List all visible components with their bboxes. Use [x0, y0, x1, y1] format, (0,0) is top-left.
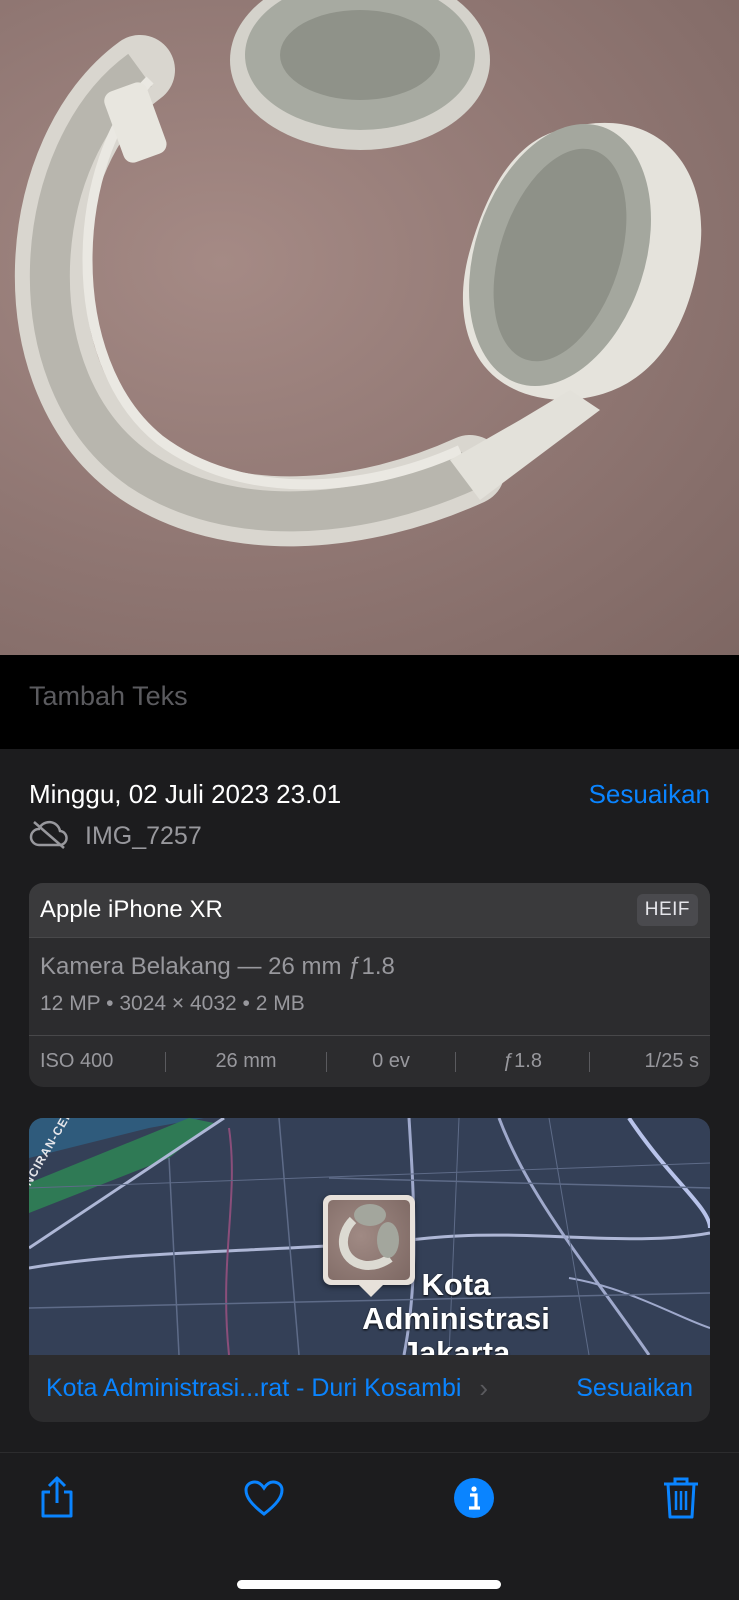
- filename-row: IMG_7257: [29, 819, 202, 854]
- share-icon: [37, 1476, 77, 1525]
- lens-info: Kamera Belakang — 26 mm ƒ1.8: [40, 953, 395, 980]
- exif-aperture: ƒ1.8: [503, 1050, 542, 1072]
- location-link[interactable]: Kota Administrasi...rat - Duri Kosambi ›: [46, 1373, 488, 1404]
- home-indicator[interactable]: [237, 1580, 501, 1589]
- image-specs: 12 MP • 3024 × 4032 • 2 MB: [40, 992, 305, 1015]
- location-map[interactable]: AN-TOL-KUNCIRAN-CENGKARENG Kota Administ…: [29, 1118, 710, 1355]
- location-card: AN-TOL-KUNCIRAN-CENGKARENG Kota Administ…: [29, 1118, 710, 1422]
- info-button[interactable]: [450, 1476, 498, 1524]
- exif-shutter: 1/25 s: [644, 1050, 699, 1072]
- format-badge: HEIF: [636, 894, 698, 926]
- exif-exposure: 0 ev: [372, 1050, 410, 1072]
- caption-input[interactable]: Tambah Teks: [29, 681, 188, 712]
- location-row: Kota Administrasi...rat - Duri Kosambi ›…: [29, 1355, 710, 1422]
- cloud-off-icon: [29, 819, 69, 854]
- chevron-right-icon: ›: [479, 1373, 489, 1403]
- info-panel: Minggu, 02 Juli 2023 23.01 Sesuaikan IMG…: [0, 749, 739, 1452]
- exif-row: ISO 400 26 mm 0 ev ƒ1.8 1/25 s: [29, 1036, 710, 1087]
- delete-button[interactable]: [657, 1476, 705, 1524]
- headphones-photo: [14, 0, 702, 547]
- favorite-button[interactable]: [240, 1476, 288, 1524]
- caption-area[interactable]: Tambah Teks: [0, 655, 739, 749]
- exif-iso: ISO 400: [40, 1050, 114, 1072]
- metadata-card: Apple iPhone XR HEIF Kamera Belakang — 2…: [29, 883, 710, 1087]
- photo-view[interactable]: [0, 0, 739, 655]
- bottom-toolbar: [0, 1452, 739, 1600]
- map-place-label: Kota Administrasi Jakarta: [362, 1267, 550, 1356]
- photo-date: Minggu, 02 Juli 2023 23.01: [29, 779, 342, 809]
- info-icon: [453, 1477, 495, 1524]
- device-name: Apple iPhone XR: [40, 896, 223, 923]
- trash-icon: [662, 1476, 700, 1525]
- location-name: Kota Administrasi...rat - Duri Kosambi: [46, 1374, 462, 1402]
- metadata-header: Apple iPhone XR HEIF: [29, 883, 710, 938]
- share-button[interactable]: [33, 1476, 81, 1524]
- filename: IMG_7257: [85, 822, 202, 850]
- heart-icon: [243, 1479, 285, 1522]
- adjust-location-button[interactable]: Sesuaikan: [576, 1374, 693, 1403]
- adjust-date-button[interactable]: Sesuaikan: [589, 779, 710, 810]
- exif-focal-length: 26 mm: [215, 1050, 277, 1072]
